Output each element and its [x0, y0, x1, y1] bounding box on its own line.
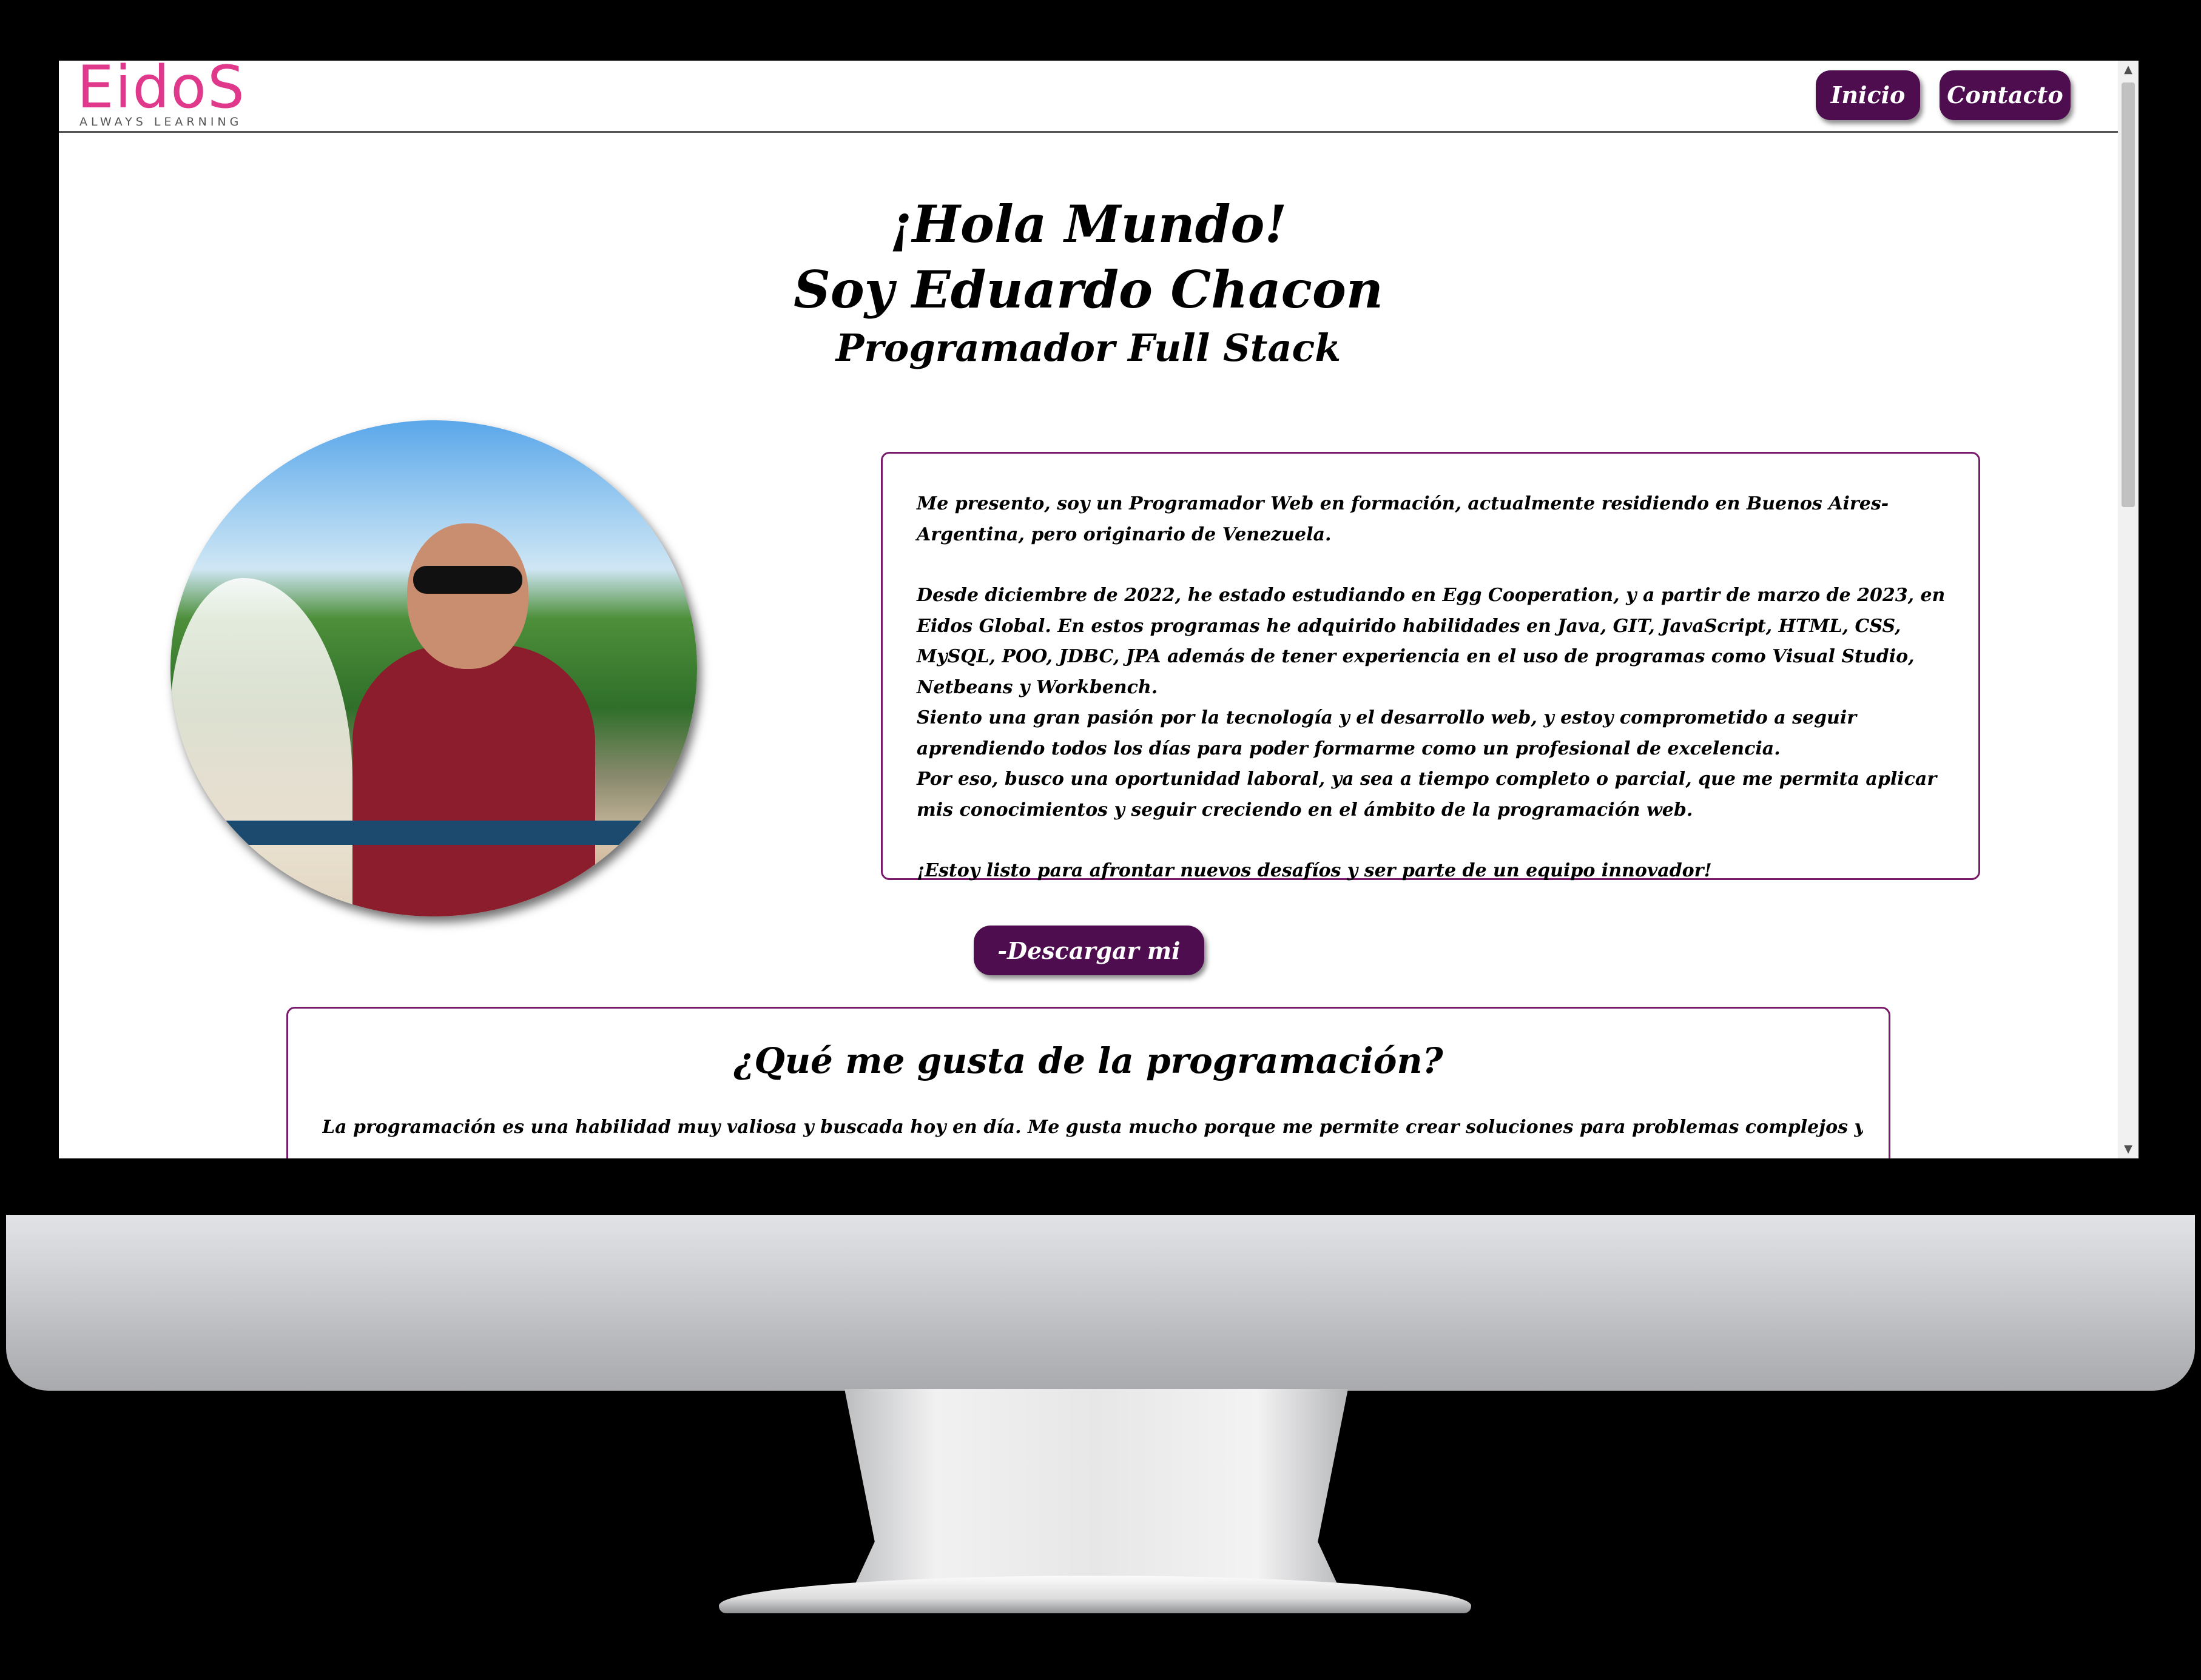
hero-name: Soy Eduardo Chacon — [794, 260, 1383, 320]
person-head — [407, 523, 528, 669]
waterfall-background — [170, 578, 352, 916]
logo-tagline: ALWAYS LEARNING — [79, 115, 243, 129]
scroll-down-icon[interactable]: ▼ — [2118, 1140, 2139, 1158]
about-me-card: Me presento, soy un Programador Web en f… — [881, 452, 1980, 881]
scroll-up-icon[interactable]: ▲ — [2118, 61, 2139, 79]
programming-card: ¿Qué me gusta de la programación? La pro… — [286, 1007, 1890, 1158]
railing — [170, 821, 697, 845]
monitor-base — [719, 1576, 1471, 1613]
hero-role: Programador Full Stack — [835, 326, 1341, 370]
about-paragraph-intro: Me presento, soy un Programador Web en f… — [917, 493, 1889, 545]
person-body — [352, 645, 595, 916]
hero-heading: ¡Hola Mundo! Soy Eduardo Chacon Programa… — [59, 192, 2118, 374]
scrollbar-thumb[interactable] — [2122, 82, 2135, 507]
programming-text: La programación es una habilidad muy val… — [322, 1117, 1863, 1138]
programming-title: ¿Qué me gusta de la programación? — [733, 1040, 1443, 1081]
navbar: EidoS ALWAYS LEARNING Inicio Contacto — [59, 61, 2118, 133]
about-paragraph-skills: Desde diciembre de 2022, he estado estud… — [917, 585, 1946, 821]
monitor-stand — [844, 1389, 1348, 1607]
about-paragraph-closing: ¡Estoy listo para afrontar nuevos desafí… — [917, 860, 1712, 881]
vertical-scrollbar[interactable]: ▲ ▼ — [2118, 61, 2139, 1158]
nav-inicio-button[interactable]: Inicio — [1816, 70, 1920, 120]
sunglasses — [413, 566, 522, 594]
profile-photo — [170, 420, 697, 916]
logo-text: EidoS — [77, 61, 246, 121]
browser-viewport: EidoS ALWAYS LEARNING Inicio Contacto ¡H… — [59, 61, 2139, 1158]
monitor-chin — [6, 1215, 2195, 1391]
nav-contacto-button[interactable]: Contacto — [1940, 70, 2071, 120]
download-cv-button[interactable]: -Descargar mi CV- — [974, 926, 1204, 1014]
hero-greeting: ¡Hola Mundo! — [889, 194, 1287, 254]
